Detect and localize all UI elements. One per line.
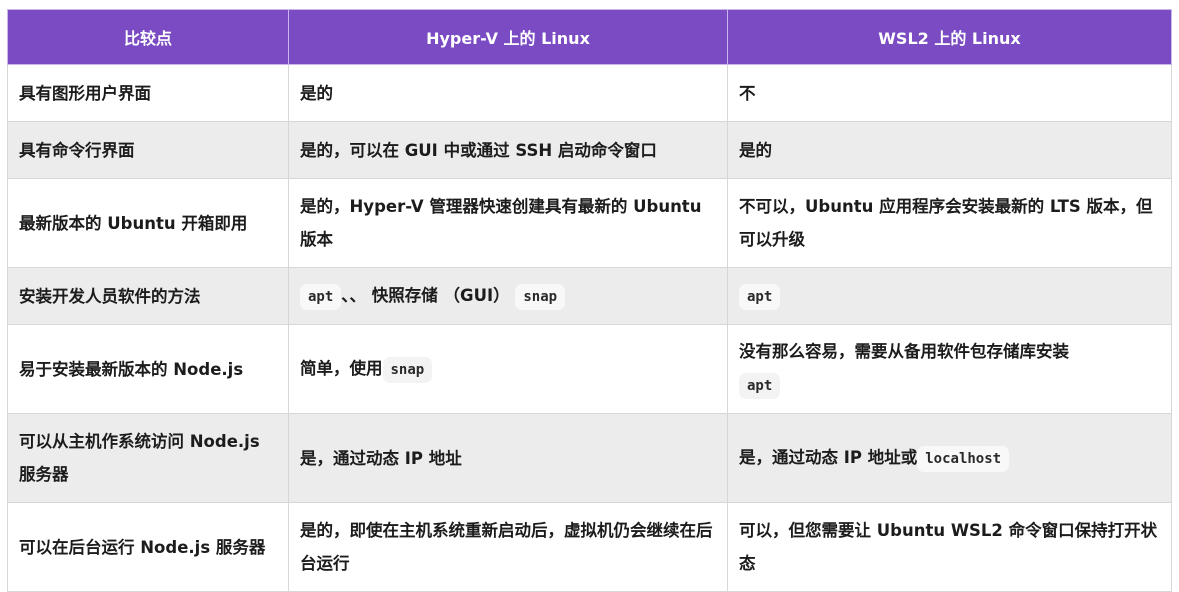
cell-hyperv: apt、、 快照存储 （GUI） snap	[288, 267, 728, 325]
cell-hyperv: 简单，使用 snap	[288, 324, 728, 414]
cell-point: 具有命令行界面	[7, 121, 289, 179]
cell-point: 最新版本的 Ubuntu 开箱即用	[7, 178, 289, 268]
comparison-table: 比较点 Hyper-V 上的 Linux WSL2 上的 Linux 具有图形用…	[7, 9, 1172, 592]
cell-hyperv: 是的，即使在主机系统重新启动后，虚拟机仍会继续在后台运行	[288, 502, 728, 592]
cell-point: 易于安装最新版本的 Node.js	[7, 324, 289, 414]
table-row: 具有图形用户界面 是的 不	[7, 64, 1172, 122]
table-header-row: 比较点 Hyper-V 上的 Linux WSL2 上的 Linux	[7, 9, 1172, 65]
header-comparison-point: 比较点	[7, 9, 289, 65]
cell-text: 没有那么容易，需要从备用软件包存储库安装	[739, 342, 1069, 361]
table-row: 可以从主机作系统访问 Node.js 服务器 是，通过动态 IP 地址 是，通过…	[7, 413, 1172, 503]
cell-wsl2: apt	[727, 267, 1172, 325]
cell-wsl2: 是的	[727, 121, 1172, 179]
cell-text: 、、 快照存储 （GUI）	[341, 285, 510, 305]
table-row: 最新版本的 Ubuntu 开箱即用 是的，Hyper-V 管理器快速创建具有最新…	[7, 178, 1172, 268]
table-row: 可以在后台运行 Node.js 服务器 是的，即使在主机系统重新启动后，虚拟机仍…	[7, 502, 1172, 592]
cell-text: 简单，使用	[300, 358, 383, 378]
header-hyperv: Hyper-V 上的 Linux	[288, 9, 728, 65]
table-row: 易于安装最新版本的 Node.js 简单，使用 snap 没有那么容易，需要从备用…	[7, 324, 1172, 414]
cell-hyperv: 是的	[288, 64, 728, 122]
code-snippet: apt	[739, 283, 781, 310]
cell-wsl2: 不可以，Ubuntu 应用程序会安装最新的 LTS 版本，但可以升级	[727, 178, 1172, 268]
code-snippet: snap	[515, 283, 566, 310]
cell-point: 可以在后台运行 Node.js 服务器	[7, 502, 289, 592]
cell-text: 是，通过动态 IP 地址或	[739, 447, 918, 467]
cell-point: 具有图形用户界面	[7, 64, 289, 122]
cell-hyperv: 是，通过动态 IP 地址	[288, 413, 728, 503]
cell-point: 安装开发人员软件的方法	[7, 267, 289, 325]
code-snippet: snap	[382, 356, 433, 383]
code-snippet: localhost	[917, 445, 1010, 472]
cell-wsl2: 是，通过动态 IP 地址或 localhost	[727, 413, 1172, 503]
table-row: 安装开发人员软件的方法 apt、、 快照存储 （GUI） snap apt	[7, 267, 1172, 325]
code-snippet: apt	[300, 283, 342, 310]
code-snippet: apt	[739, 373, 781, 399]
cell-wsl2: 可以，但您需要让 Ubuntu WSL2 命令窗口保持打开状态	[727, 502, 1172, 592]
table-row: 具有命令行界面 是的，可以在 GUI 中或通过 SSH 启动命令窗口 是的	[7, 121, 1172, 179]
cell-hyperv: 是的，可以在 GUI 中或通过 SSH 启动命令窗口	[288, 121, 728, 179]
cell-point: 可以从主机作系统访问 Node.js 服务器	[7, 413, 289, 503]
cell-wsl2: 不	[727, 64, 1172, 122]
header-wsl2: WSL2 上的 Linux	[727, 9, 1172, 65]
cell-wsl2: 没有那么容易，需要从备用软件包存储库安装 apt	[727, 324, 1172, 414]
comparison-table-container: 比较点 Hyper-V 上的 Linux WSL2 上的 Linux 具有图形用…	[7, 9, 1172, 592]
cell-hyperv: 是的，Hyper-V 管理器快速创建具有最新的 Ubuntu 版本	[288, 178, 728, 268]
